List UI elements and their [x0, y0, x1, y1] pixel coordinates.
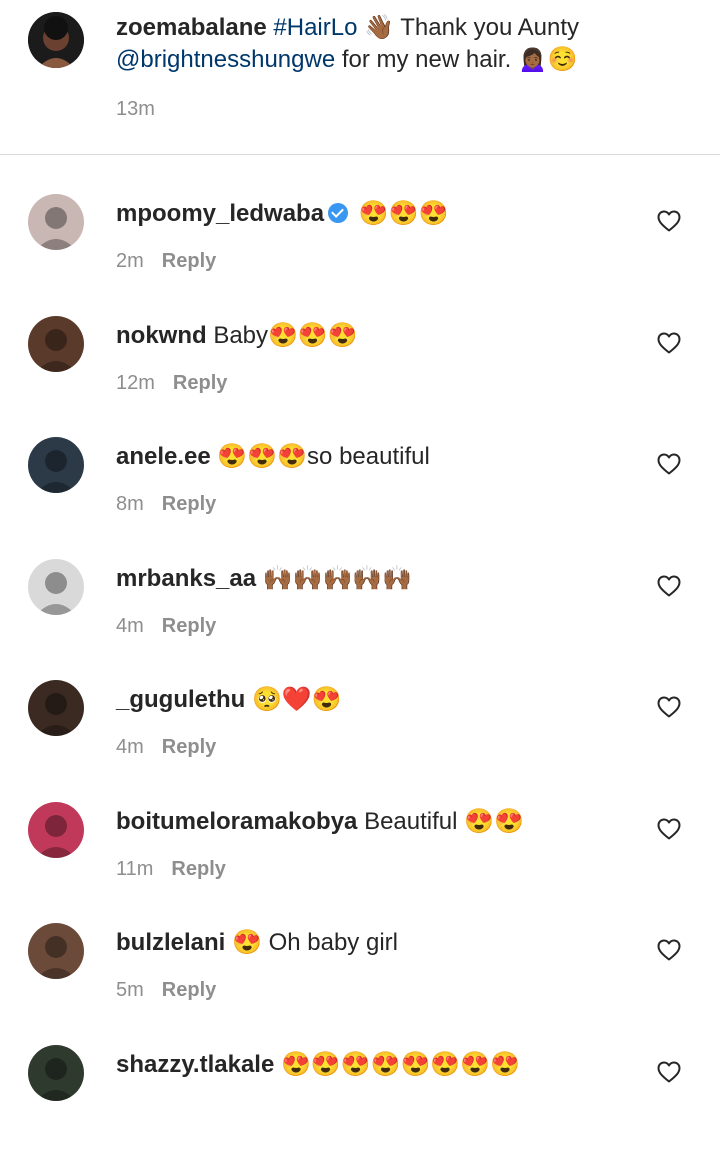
comment-meta: 11m Reply: [116, 858, 226, 881]
post-caption: zoemabalane #HairLo 👋🏾 Thank you Aunty @…: [0, 0, 720, 155]
like-heart-icon[interactable]: [657, 939, 681, 961]
comment-body: 🙌🏾🙌🏾🙌🏾🙌🏾🙌🏾: [256, 564, 413, 592]
comment-body: Baby😍😍😍: [206, 321, 358, 349]
reply-button[interactable]: Reply: [162, 493, 216, 515]
comment-row: mrbanks_aa 🙌🏾🙌🏾🙌🏾🙌🏾🙌🏾 4m Reply: [0, 558, 720, 680]
comment-username[interactable]: nokwnd: [116, 322, 207, 349]
comment-row: shazzy.tlakale 😍😍😍😍😍😍😍😍: [0, 1044, 720, 1166]
comment-body: 😍 Oh baby girl: [225, 929, 398, 956]
like-heart-icon[interactable]: [657, 818, 681, 840]
comment-username[interactable]: bulzlelani: [116, 929, 225, 956]
like-heart-icon[interactable]: [657, 210, 681, 232]
like-heart-icon[interactable]: [657, 332, 681, 354]
reply-button[interactable]: Reply: [162, 615, 216, 637]
comment-avatar[interactable]: [28, 1044, 84, 1101]
comment-avatar[interactable]: [28, 801, 84, 858]
comment-timestamp: 2m: [116, 250, 144, 272]
like-heart-icon[interactable]: [657, 696, 681, 718]
reply-button[interactable]: Reply: [162, 979, 216, 1001]
caption-body-2: for my new hair.: [335, 46, 518, 73]
comment-row: bulzlelani 😍 Oh baby girl 5m Reply: [0, 923, 720, 1044]
comment-row: anele.ee 😍😍😍so beautiful 8m Reply: [0, 437, 720, 558]
comment-timestamp: 12m: [116, 371, 155, 394]
comment-username[interactable]: anele.ee: [116, 443, 211, 470]
comment-text: boitumeloramakobya Beautiful 😍😍: [116, 806, 524, 838]
caption-emoji-wave: 👋🏾: [364, 14, 395, 41]
comment-timestamp: 4m: [116, 736, 144, 758]
caption-timestamp: 13m: [116, 98, 155, 120]
comment-meta: 8m Reply: [116, 493, 216, 516]
comment-username[interactable]: mpoomy_ledwaba: [116, 200, 324, 227]
comment-text: anele.ee 😍😍😍so beautiful: [116, 441, 430, 473]
comment-body: 😍😍😍: [352, 200, 449, 227]
reply-button[interactable]: Reply: [173, 372, 227, 394]
comment-body: 😍😍😍😍😍😍😍😍: [274, 1050, 521, 1078]
comment-body: 🥺❤️😍: [245, 686, 342, 713]
comment-timestamp: 4m: [116, 614, 144, 637]
comment-avatar[interactable]: [28, 315, 84, 372]
comment-timestamp: 11m: [116, 857, 154, 880]
like-heart-icon[interactable]: [657, 1061, 681, 1083]
comment-meta: 4m Reply: [116, 736, 216, 759]
comment-username[interactable]: _gugulethu: [116, 686, 245, 713]
reply-button[interactable]: Reply: [171, 858, 225, 880]
comment-timestamp: 8m: [116, 493, 144, 515]
comment-avatar[interactable]: [28, 437, 84, 493]
comment-text: nokwnd Baby😍😍😍: [116, 320, 358, 352]
caption-text: zoemabalane #HairLo 👋🏾 Thank you Aunty @…: [116, 12, 676, 76]
comment-meta: 4m Reply: [116, 615, 216, 638]
comment-text: _gugulethu 🥺❤️😍: [116, 684, 342, 716]
comment-text: shazzy.tlakale 😍😍😍😍😍😍😍😍: [116, 1049, 520, 1081]
comment-avatar[interactable]: [28, 923, 84, 979]
comment-username[interactable]: shazzy.tlakale: [116, 1051, 274, 1078]
caption-emoji-end: 🙍🏾‍♀️☺️: [517, 46, 578, 73]
comment-username[interactable]: mrbanks_aa: [116, 565, 256, 592]
caption-username[interactable]: zoemabalane: [116, 14, 267, 41]
comment-row: boitumeloramakobya Beautiful 😍😍 11m Reply: [0, 801, 720, 923]
comment-avatar[interactable]: [28, 194, 84, 250]
caption-avatar[interactable]: [28, 12, 84, 68]
reply-button[interactable]: Reply: [162, 736, 216, 758]
caption-body-1: Thank you Aunty: [394, 14, 580, 41]
comment-meta: 5m Reply: [116, 979, 216, 1002]
comment-row: _gugulethu 🥺❤️😍 4m Reply: [0, 680, 720, 801]
caption-mention[interactable]: @brightnesshungwe: [116, 46, 335, 73]
comment-body: 😍😍😍so beautiful: [210, 443, 430, 470]
comment-text: mrbanks_aa 🙌🏾🙌🏾🙌🏾🙌🏾🙌🏾: [116, 563, 412, 595]
comment-meta: 12m Reply: [116, 372, 227, 395]
comment-meta: 2m Reply: [116, 250, 216, 273]
comment-row: nokwnd Baby😍😍😍 12m Reply: [0, 315, 720, 437]
like-heart-icon[interactable]: [657, 453, 681, 475]
like-heart-icon[interactable]: [657, 575, 681, 597]
comment-timestamp: 5m: [116, 979, 144, 1001]
comment-avatar[interactable]: [28, 558, 84, 615]
comment-text: bulzlelani 😍 Oh baby girl: [116, 927, 398, 959]
caption-hashtag[interactable]: #HairLo: [273, 14, 357, 41]
comment-username[interactable]: boitumeloramakobya: [116, 808, 357, 835]
comment-row: mpoomy_ledwaba 😍😍😍 2m Reply: [0, 194, 720, 315]
reply-button[interactable]: Reply: [162, 250, 216, 272]
comment-text: mpoomy_ledwaba 😍😍😍: [116, 198, 448, 230]
verified-badge-icon: [328, 203, 349, 223]
comment-body: Beautiful 😍😍: [357, 807, 524, 835]
comment-avatar[interactable]: [28, 680, 84, 736]
